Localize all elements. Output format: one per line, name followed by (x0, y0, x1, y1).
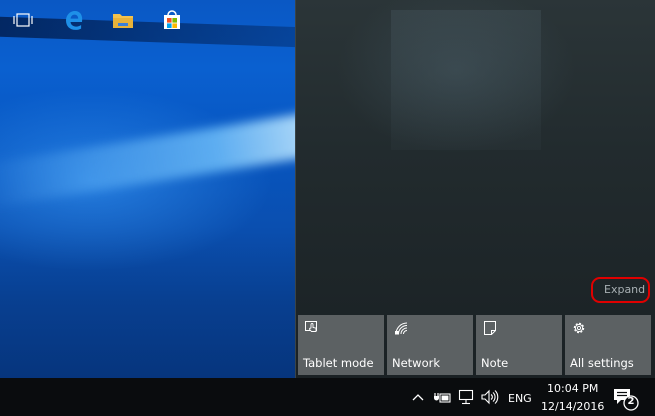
desktop-wallpaper (0, 0, 295, 378)
all-settings-tile[interactable]: All settings (565, 315, 651, 375)
note-tile[interactable]: Note (476, 315, 562, 375)
tile-label: Note (481, 356, 509, 370)
wallpaper-light-beam (0, 16, 295, 48)
edge-icon[interactable] (63, 9, 85, 31)
network-icon (395, 322, 408, 335)
wallpaper-light-beam (0, 111, 295, 209)
note-icon (484, 321, 496, 335)
power-battery-icon[interactable] (433, 389, 451, 405)
tablet-mode-tile[interactable]: Tablet mode (298, 315, 384, 375)
clock-date[interactable]: 12/14/2016 (541, 400, 604, 413)
volume-icon[interactable] (481, 389, 499, 405)
clock-time[interactable]: 10:04 PM (547, 382, 598, 395)
settings-gear-icon (573, 322, 585, 334)
language-indicator[interactable]: ENG (508, 392, 532, 405)
wired-network-icon[interactable] (458, 389, 474, 405)
notifications-button[interactable]: 2 (604, 378, 655, 416)
tile-label: Tablet mode (303, 356, 374, 370)
store-icon[interactable] (161, 9, 183, 31)
chevron-up-icon[interactable] (412, 393, 424, 401)
file-explorer-icon[interactable] (112, 9, 134, 31)
notification-count-badge: 2 (627, 396, 635, 407)
tile-label: Network (392, 356, 441, 370)
tablet-mode-icon (305, 321, 317, 332)
tile-label: All settings (570, 356, 634, 370)
network-tile[interactable]: Network (387, 315, 473, 375)
task-view-icon[interactable] (12, 9, 34, 31)
wallpaper-reflection (391, 10, 541, 150)
expand-link[interactable]: Expand (604, 283, 645, 296)
